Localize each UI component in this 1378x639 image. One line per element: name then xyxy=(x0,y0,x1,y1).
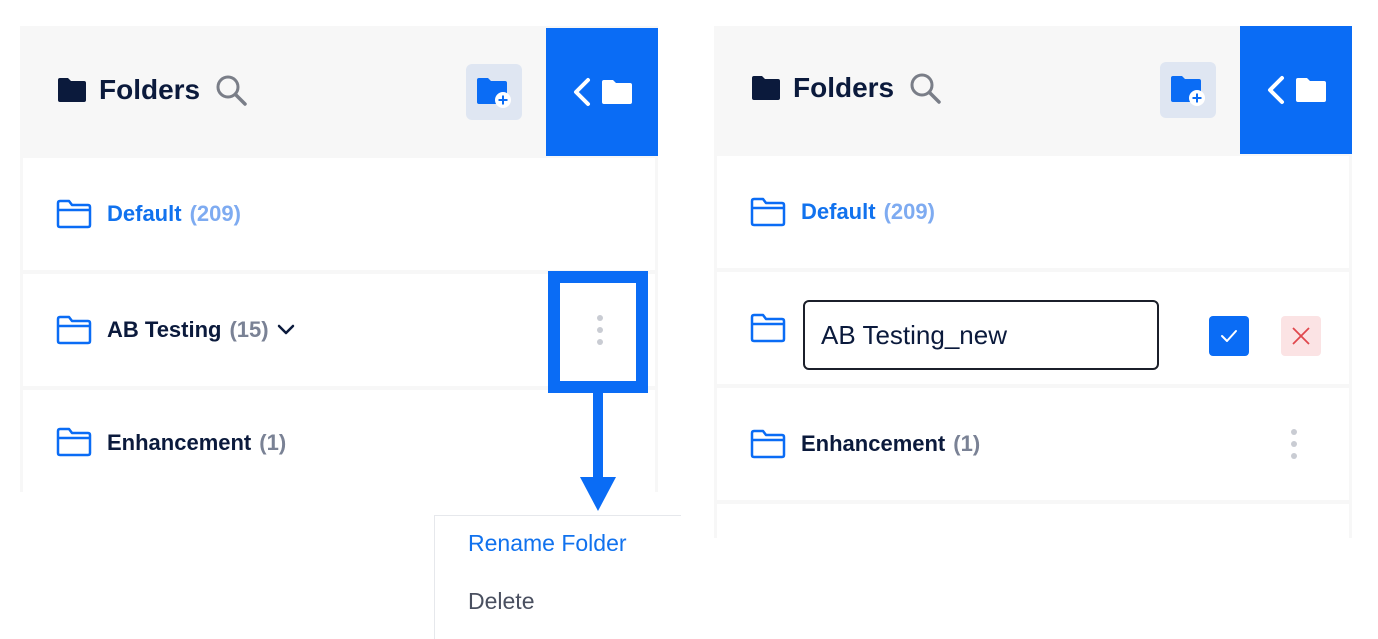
folder-count: (209) xyxy=(189,201,241,226)
folder-label[interactable]: Enhancement (1) xyxy=(801,431,980,457)
folders-title-group: Folders xyxy=(751,70,942,106)
folder-row-default[interactable]: Default (209) xyxy=(717,156,1349,268)
panel-title: Folders xyxy=(793,72,895,103)
new-folder-button[interactable] xyxy=(1160,62,1216,118)
folders-title-group: Folders xyxy=(57,72,248,108)
cancel-rename-button[interactable] xyxy=(1281,316,1321,356)
collapse-panel-button[interactable] xyxy=(546,28,658,156)
collapse-panel-button[interactable] xyxy=(1240,26,1352,154)
folder-plus-icon xyxy=(1171,76,1205,106)
folder-name: Enhancement xyxy=(107,430,252,455)
search-icon[interactable] xyxy=(214,73,248,107)
folder-row-enhancement[interactable]: Enhancement (1) xyxy=(717,388,1349,500)
folder-count: (1) xyxy=(259,430,287,455)
new-folder-button[interactable] xyxy=(466,64,522,120)
folders-header: Folders xyxy=(20,26,658,156)
folder-label[interactable]: Default (209) xyxy=(801,199,935,225)
folder-icon xyxy=(1296,78,1326,102)
close-icon xyxy=(1292,327,1310,345)
folder-label[interactable]: AB Testing (15) xyxy=(107,317,295,343)
annotation-arrow-shaft xyxy=(593,393,603,489)
panel-title: Folders xyxy=(99,74,201,105)
folder-count: (1) xyxy=(953,431,981,456)
chevron-left-icon xyxy=(574,78,590,106)
folder-name: Default xyxy=(801,199,876,224)
folders-panel-right: Folders Default (209) AB Testing_new Enh… xyxy=(714,26,1352,538)
delete-menu-item[interactable]: Delete xyxy=(468,588,534,615)
folder-icon xyxy=(56,199,92,229)
check-icon xyxy=(1221,330,1237,342)
folder-row-renaming xyxy=(717,272,1349,384)
folder-icon xyxy=(750,429,786,459)
folder-icon xyxy=(58,78,86,102)
folders-panel-left: Folders Default (209) AB Testing (15) En… xyxy=(20,26,658,492)
folder-row-enhancement[interactable]: Enhancement (1) xyxy=(23,390,655,492)
folder-name: Default xyxy=(107,201,182,226)
folder-label[interactable]: Default (209) xyxy=(107,201,241,227)
search-icon[interactable] xyxy=(908,71,942,105)
confirm-rename-button[interactable] xyxy=(1209,316,1249,356)
highlight-box xyxy=(548,271,648,393)
folder-icon xyxy=(56,315,92,345)
folders-header: Folders xyxy=(714,26,1352,156)
chevron-down-icon[interactable] xyxy=(277,324,295,336)
folder-name: Enhancement xyxy=(801,431,946,456)
folder-row-empty xyxy=(717,504,1349,538)
chevron-left-icon xyxy=(1268,76,1284,104)
folder-icon xyxy=(750,313,786,343)
folder-row-default[interactable]: Default (209) xyxy=(23,158,655,270)
folder-plus-icon xyxy=(477,78,511,108)
folder-count: (209) xyxy=(883,199,935,224)
kebab-icon[interactable] xyxy=(1290,429,1298,459)
folder-icon xyxy=(602,80,632,104)
annotation-arrow-head xyxy=(580,477,616,511)
rename-folder-menu-item[interactable]: Rename Folder xyxy=(468,530,627,557)
folder-context-menu: Rename Folder Delete xyxy=(434,515,681,639)
folder-icon xyxy=(750,197,786,227)
rename-folder-input[interactable] xyxy=(803,300,1159,370)
folder-label[interactable]: Enhancement (1) xyxy=(107,430,286,456)
folder-icon xyxy=(752,76,780,100)
folder-name: AB Testing xyxy=(107,317,222,342)
folder-count: (15) xyxy=(229,317,269,342)
folder-icon xyxy=(56,427,92,457)
